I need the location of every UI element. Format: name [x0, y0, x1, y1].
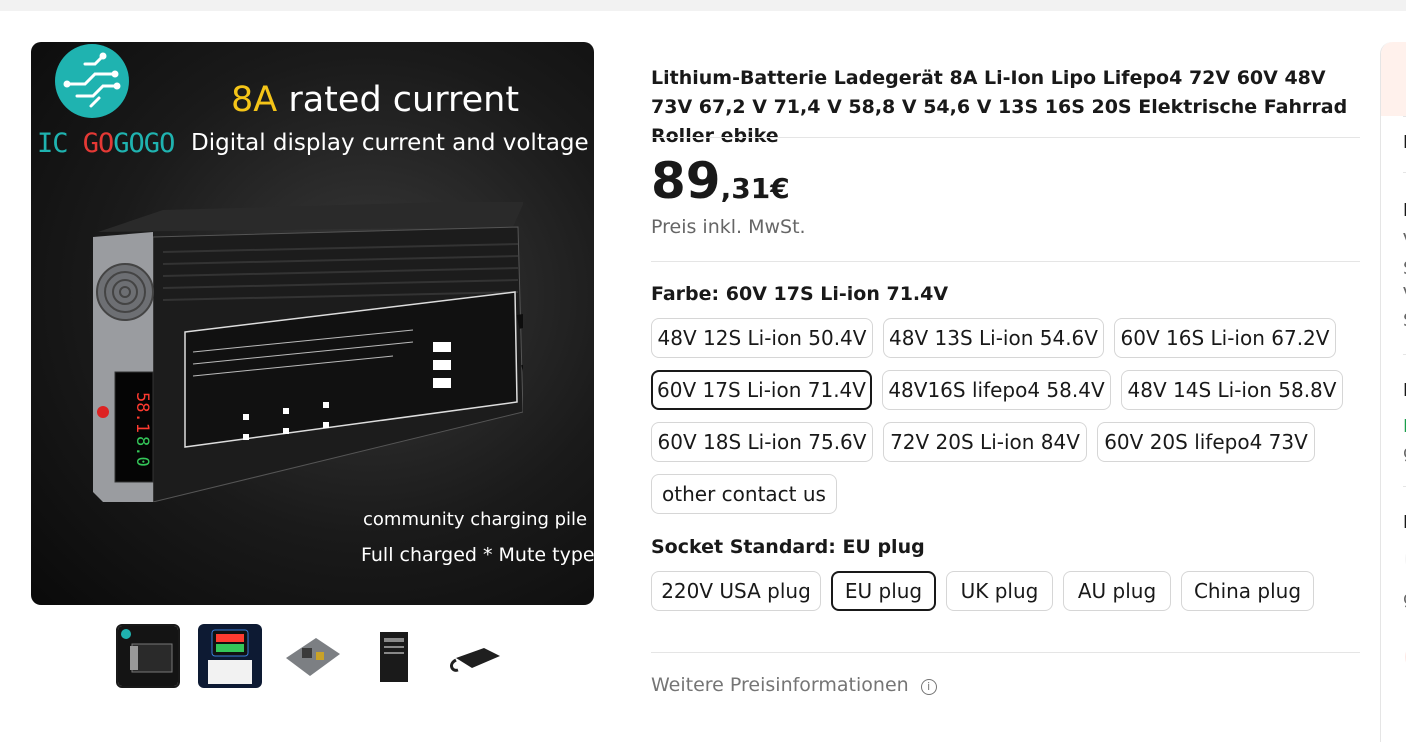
color-chip[interactable]: 48V 12S Li-ion 50.4V — [651, 318, 873, 358]
color-chip[interactable]: 60V 20S lifepo4 73V — [1097, 422, 1315, 462]
main-product-image[interactable]: IC GOGOGO 8A rated current Digital displ… — [31, 42, 594, 605]
socket-chip[interactable]: UK plug — [946, 571, 1053, 611]
socket-chip[interactable]: 220V USA plug — [651, 571, 821, 611]
brand-logo-text: IC GOGOGO — [37, 128, 175, 159]
color-chip[interactable]: 72V 20S Li-ion 84V — [883, 422, 1087, 462]
panel-top-banner — [1381, 42, 1406, 116]
browser-top-strip — [0, 0, 1406, 11]
color-chip-selected[interactable]: 60V 17S Li-ion 71.4V — [651, 370, 872, 410]
socket-option-label: Socket Standard: EU plug — [651, 536, 925, 558]
info-icon[interactable]: i — [920, 679, 937, 695]
color-chip[interactable]: 48V16S lifepo4 58.4V — [882, 370, 1111, 410]
voltage-readout: 58.1 — [132, 392, 152, 433]
image-caption-2: Full charged * Mute type — [361, 544, 594, 566]
thumbnail-2[interactable] — [198, 624, 262, 688]
socket-chip[interactable]: AU plug — [1063, 571, 1171, 611]
divider — [651, 137, 1360, 138]
price-integer: 89 — [651, 152, 721, 210]
color-chip[interactable]: 48V 13S Li-ion 54.6V — [883, 318, 1104, 358]
thumbnail-4[interactable] — [362, 624, 426, 688]
price: 89,31€ — [651, 152, 790, 210]
divider — [651, 652, 1360, 653]
socket-chip-selected[interactable]: EU plug — [831, 571, 936, 611]
color-chip[interactable]: 60V 16S Li-ion 67.2V — [1114, 318, 1336, 358]
color-chip[interactable]: 60V 18S Li-ion 75.6V — [651, 422, 873, 462]
tax-note: Preis inkl. MwSt. — [651, 216, 806, 238]
charger-illustration: 58.1 8.0 — [93, 202, 523, 502]
socket-chip[interactable]: China plug — [1181, 571, 1314, 611]
thumbnail-3[interactable] — [280, 624, 344, 688]
divider — [651, 261, 1360, 262]
thumbnail-5[interactable] — [444, 624, 508, 688]
image-subheadline: Digital display current and voltage — [191, 130, 589, 156]
thumbnail-1[interactable] — [116, 624, 180, 688]
right-side-panel: L F V S V S F F g N g — [1380, 42, 1406, 742]
brand-logo-icon — [55, 44, 129, 118]
current-readout: 8.0 — [132, 436, 152, 467]
image-caption-1: community charging pile — [363, 509, 588, 530]
more-price-info-link[interactable]: Weitere Preisinformationen i — [651, 674, 937, 696]
price-fraction: ,31€ — [720, 172, 790, 205]
color-chip[interactable]: other contact us — [651, 474, 837, 514]
image-headline: 8A rated current — [231, 80, 520, 120]
color-option-label: Farbe: 60V 17S Li-ion 71.4V — [651, 283, 949, 305]
color-chip[interactable]: 48V 14S Li-ion 58.8V — [1121, 370, 1343, 410]
